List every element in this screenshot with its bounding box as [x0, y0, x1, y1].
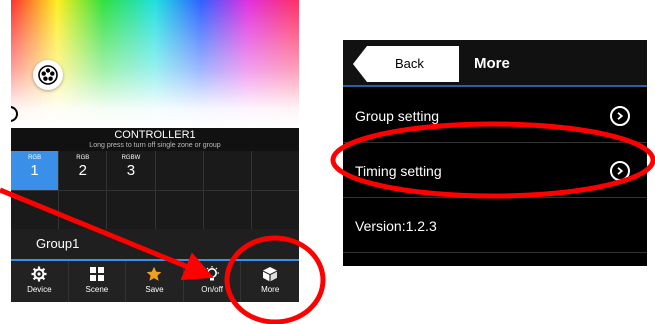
tab-device[interactable]: Device	[11, 261, 69, 302]
zone-empty[interactable]	[155, 151, 203, 190]
chevron-right-icon	[610, 106, 630, 126]
page-title: More	[474, 55, 510, 72]
brightness-handle[interactable]	[11, 106, 18, 122]
zone-empty[interactable]	[59, 191, 107, 230]
version-row: Version:1.2.3	[343, 199, 647, 253]
zone-empty[interactable]	[203, 191, 251, 230]
controller-header: CONTROLLER1 Long press to turn off singl…	[11, 128, 299, 151]
zone-type: RGB	[28, 155, 42, 161]
chevron-right-icon	[610, 161, 630, 181]
menu-item-label: Timing setting	[355, 163, 442, 179]
tab-scene[interactable]: Scene	[69, 261, 127, 302]
zone-number: 2	[78, 162, 87, 179]
controller-title: CONTROLLER1	[114, 129, 196, 141]
grid-icon	[89, 267, 104, 281]
zone-empty[interactable]	[107, 191, 155, 230]
menu-item-group-setting[interactable]: Group setting	[343, 89, 647, 143]
zone-type: RGBW	[121, 155, 141, 161]
menu-item-label: Group setting	[355, 108, 440, 124]
tab-label: Scene	[85, 285, 109, 294]
controller-hint: Long press to turn off single zone or gr…	[89, 142, 221, 149]
zone-empty[interactable]	[203, 151, 251, 190]
zone-empty[interactable]	[251, 151, 299, 190]
tab-save[interactable]: Save	[126, 261, 184, 302]
zone-3[interactable]: RGBW 3	[107, 151, 155, 190]
tab-on-off[interactable]: On/off	[184, 261, 242, 302]
tab-label: More	[261, 285, 280, 294]
color-picker[interactable]	[11, 0, 299, 128]
more-screen: Back More Group setting Timing setting V…	[343, 40, 647, 266]
menu-item-timing-setting[interactable]: Timing setting	[343, 144, 647, 198]
tab-bar: Device Scene Save On/off More	[11, 259, 299, 302]
tab-label: Save	[145, 285, 164, 294]
star-icon	[147, 266, 162, 281]
tab-more[interactable]: More	[241, 261, 299, 302]
tab-label: Device	[27, 285, 52, 294]
group-label: Group1	[36, 236, 80, 251]
tab-label: On/off	[201, 285, 223, 294]
color-picker-handle[interactable]	[33, 60, 63, 90]
zone-number: 3	[126, 162, 136, 179]
zone-grid: RGB 1 RGB 2 RGBW 3	[11, 151, 299, 230]
zone-type: RGB	[76, 155, 90, 161]
color-controller-screen: CONTROLLER1 Long press to turn off singl…	[11, 0, 299, 302]
gear-icon	[31, 266, 47, 282]
color-wheel-icon	[38, 65, 58, 85]
zone-2[interactable]: RGB 2	[59, 151, 107, 190]
zone-empty[interactable]	[155, 191, 203, 230]
group-row[interactable]: Group1	[11, 229, 299, 259]
version-label: Version:1.2.3	[355, 218, 437, 234]
zone-number: 1	[30, 162, 39, 179]
bulb-icon	[205, 266, 220, 281]
zone-empty[interactable]	[251, 191, 299, 230]
nav-bar: Back More	[343, 40, 647, 87]
zone-empty[interactable]	[11, 191, 59, 230]
back-button[interactable]: Back	[353, 46, 459, 82]
zone-1[interactable]: RGB 1	[11, 151, 59, 190]
cube-icon	[263, 267, 278, 282]
